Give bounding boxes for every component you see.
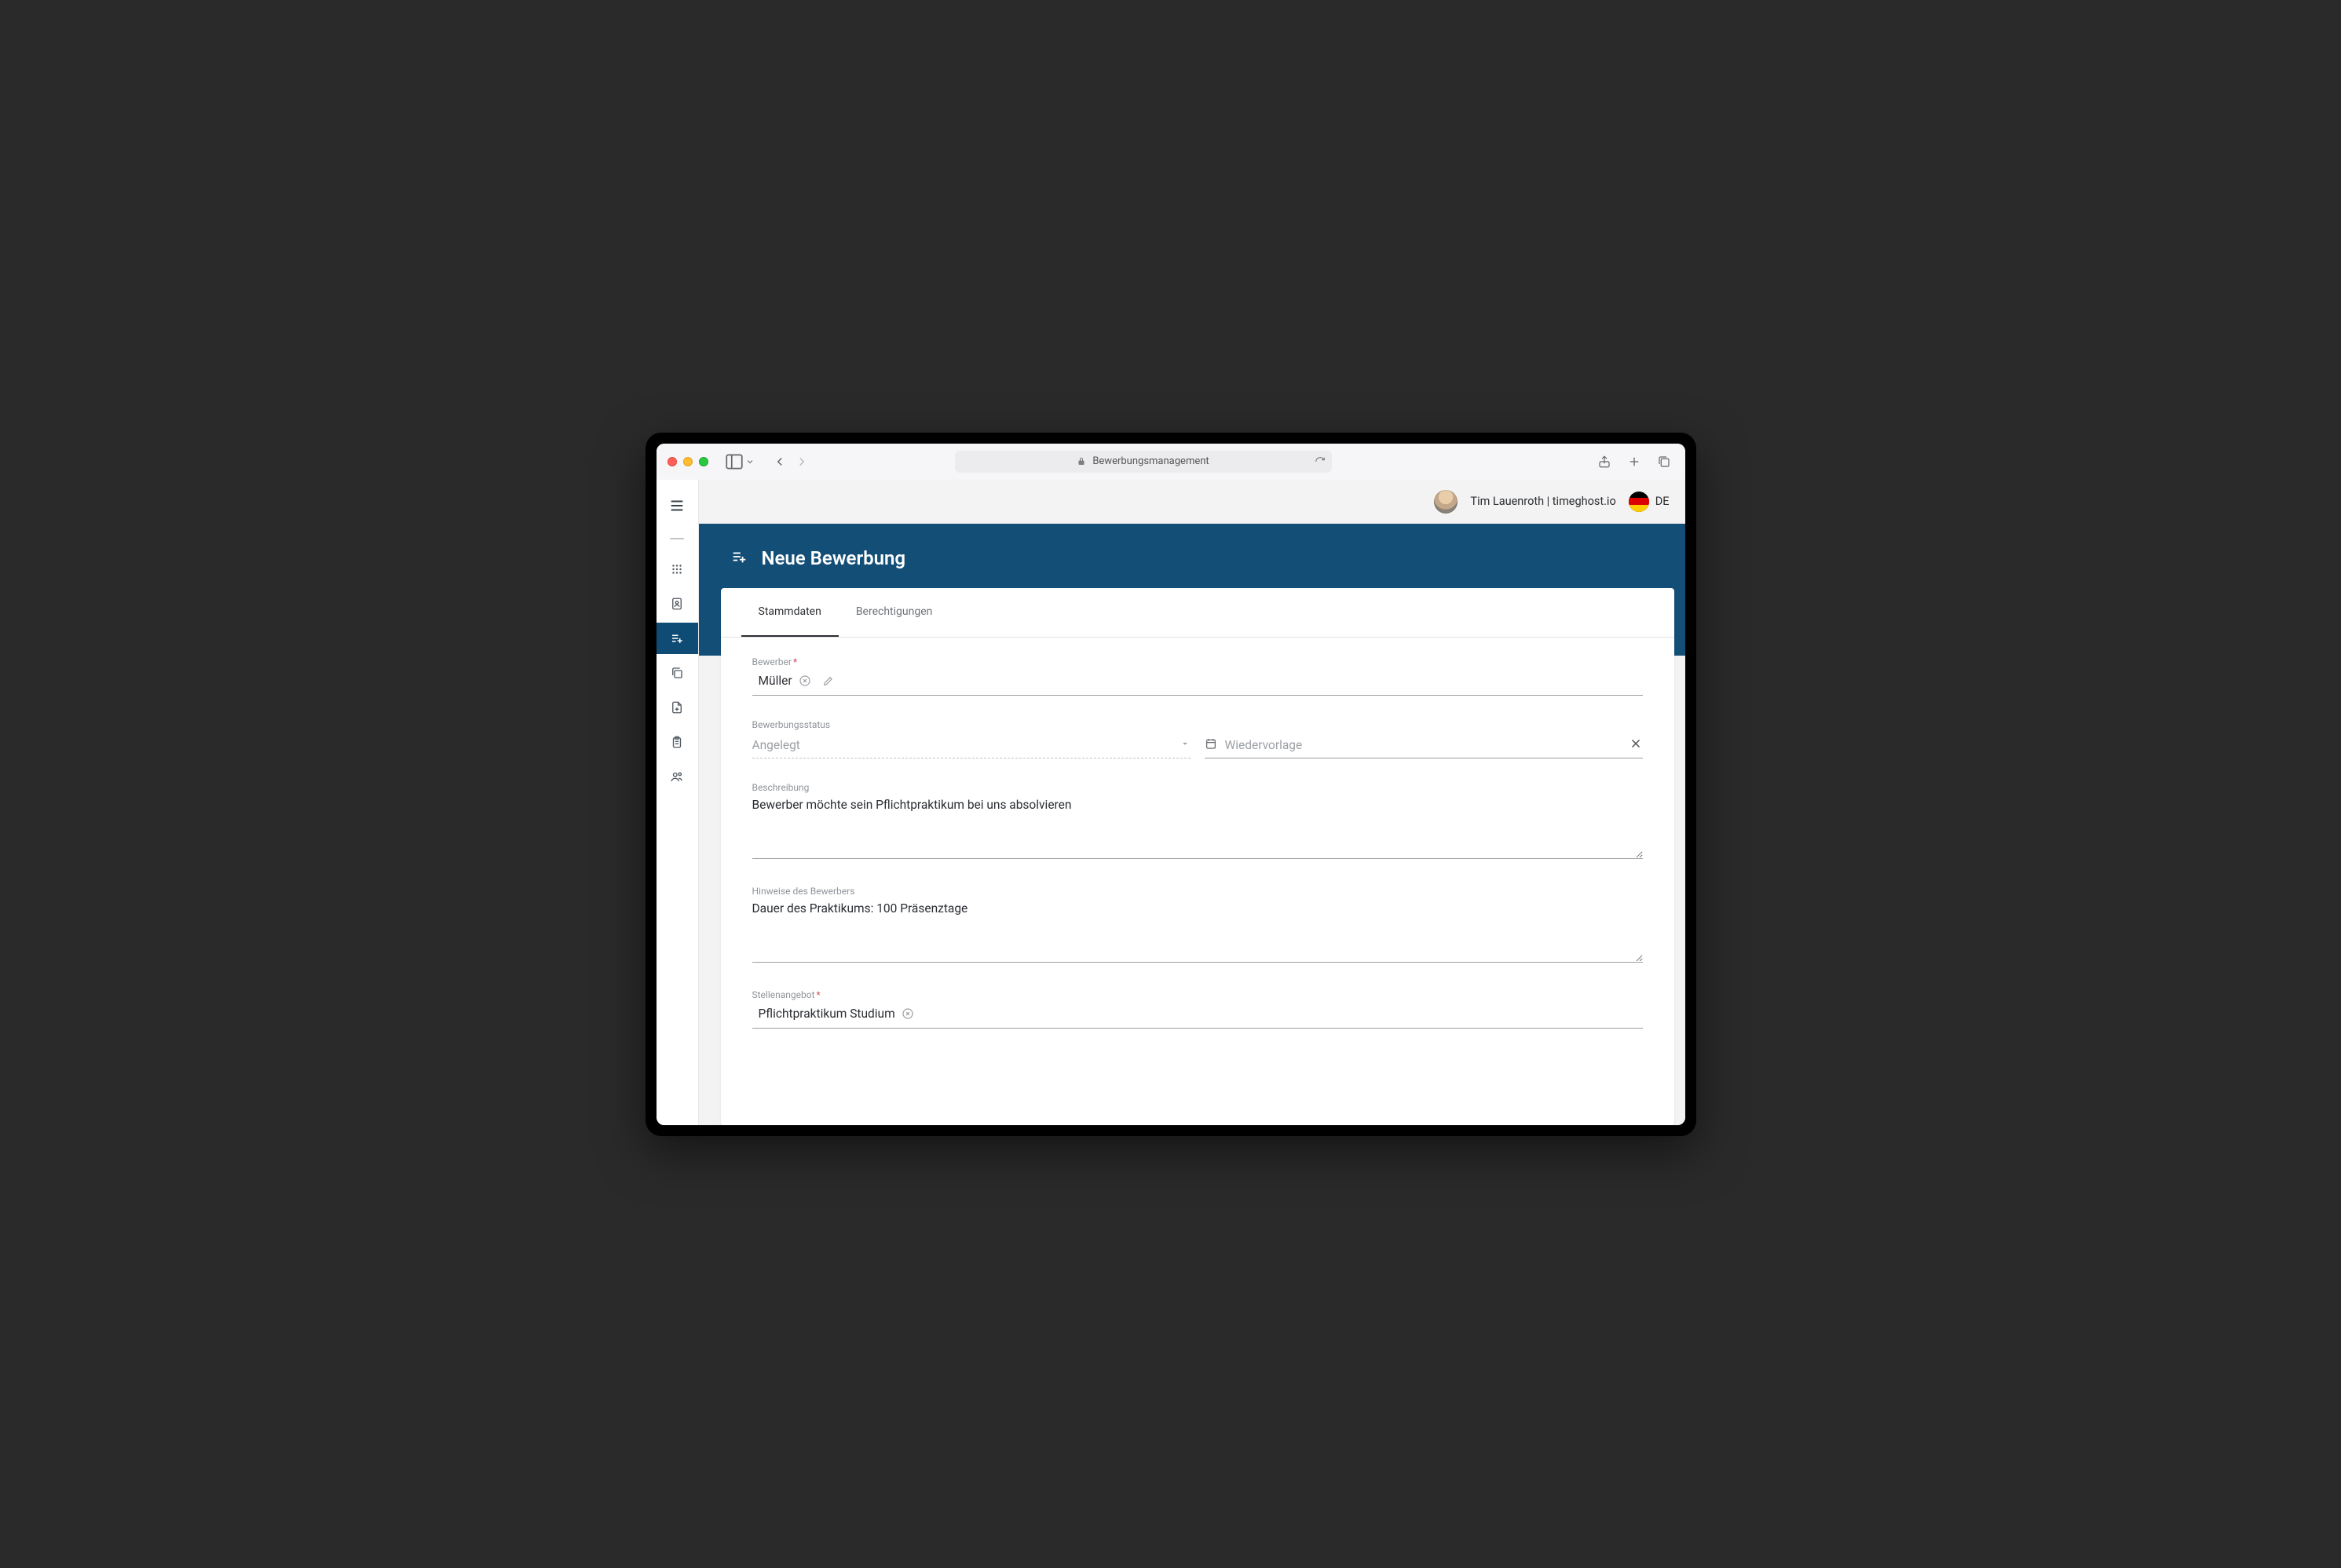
flag-de-icon — [1629, 492, 1649, 512]
label-status: Bewerbungsstatus — [752, 719, 1191, 730]
user-avatar[interactable] — [1434, 490, 1458, 514]
wiedervorlage-input[interactable]: Wiedervorlage — [1205, 733, 1643, 758]
label-stellenangebot: Stellenangebot* — [752, 989, 1643, 1000]
user-name[interactable]: Tim Lauenroth | timeghost.io — [1470, 495, 1615, 508]
locale-code: DE — [1655, 495, 1670, 508]
status-select[interactable]: Angelegt — [752, 733, 1191, 758]
address-bar-text: Bewerbungsmanagement — [1092, 455, 1209, 467]
field-wiedervorlage: Wiedervorlage — [1205, 733, 1643, 758]
field-beschreibung: Beschreibung — [752, 782, 1643, 862]
locale-switch[interactable]: DE — [1629, 492, 1670, 512]
wiedervorlage-placeholder: Wiedervorlage — [1225, 738, 1303, 752]
form-card: Stammdaten Berechtigungen Bewerber* Müll… — [721, 588, 1674, 1125]
label-beschreibung: Beschreibung — [752, 782, 1643, 793]
nav-copy-icon[interactable] — [657, 657, 699, 689]
chevron-down-icon[interactable] — [744, 451, 755, 472]
field-stellenangebot: Stellenangebot* Pflichtpraktikum Studium — [752, 989, 1643, 1029]
field-status: Bewerbungsstatus Angelegt — [752, 719, 1191, 758]
nav-clipboard-icon[interactable] — [657, 726, 699, 758]
beschreibung-textarea[interactable] — [752, 796, 1643, 859]
app-topbar: Tim Lauenroth | timeghost.io DE — [699, 480, 1685, 524]
label-hinweise: Hinweise des Bewerbers — [752, 886, 1643, 897]
window-controls — [668, 457, 708, 466]
stellenangebot-input[interactable]: Pflichtpraktikum Studium — [752, 1003, 1643, 1029]
chip-remove-icon[interactable] — [799, 674, 811, 687]
lock-icon — [1077, 457, 1086, 466]
page-title: Neue Bewerbung — [762, 547, 906, 569]
pencil-edit-icon[interactable] — [822, 674, 835, 687]
hinweise-textarea[interactable] — [752, 900, 1643, 963]
maximise-window-button[interactable] — [699, 457, 708, 466]
nav-file-add-icon[interactable] — [657, 692, 699, 723]
tab-stammdaten[interactable]: Stammdaten — [741, 588, 839, 637]
caret-down-icon — [1180, 738, 1191, 752]
clear-date-icon[interactable] — [1629, 736, 1643, 754]
bewerber-input[interactable]: Müller — [752, 671, 1643, 696]
field-hinweise: Hinweise des Bewerbers — [752, 886, 1643, 966]
calendar-icon — [1205, 737, 1217, 753]
rail-separator — [670, 538, 684, 539]
nav-new-application-icon[interactable] — [657, 623, 699, 654]
field-bewerber: Bewerber* Müller — [752, 656, 1643, 696]
bewerber-chip-text: Müller — [759, 674, 792, 688]
browser-titlebar: Bewerbungsmanagement — [657, 444, 1685, 480]
nav-people-icon[interactable] — [657, 761, 699, 792]
tab-berechtigungen[interactable]: Berechtigungen — [839, 588, 950, 637]
stellenangebot-chip-text: Pflichtpraktikum Studium — [759, 1007, 895, 1021]
nav-dashboard-icon[interactable] — [657, 554, 699, 585]
tabs-overview-icon[interactable] — [1654, 451, 1674, 472]
stellenangebot-chip: Pflichtpraktikum Studium — [752, 1005, 917, 1022]
bewerber-chip: Müller — [752, 672, 814, 689]
new-tab-icon[interactable] — [1624, 451, 1644, 472]
nav-contact-icon[interactable] — [657, 588, 699, 620]
share-icon[interactable] — [1594, 451, 1615, 472]
address-bar[interactable]: Bewerbungsmanagement — [955, 451, 1332, 473]
minimise-window-button[interactable] — [683, 457, 693, 466]
chip-remove-icon[interactable] — [902, 1007, 914, 1020]
menu-toggle-icon[interactable] — [668, 497, 686, 517]
refresh-icon[interactable] — [1315, 456, 1326, 467]
back-button[interactable] — [770, 451, 790, 472]
form-tabs: Stammdaten Berechtigungen — [721, 588, 1674, 638]
status-value: Angelegt — [752, 738, 800, 752]
forward-button[interactable] — [792, 451, 812, 472]
close-window-button[interactable] — [668, 457, 677, 466]
label-bewerber: Bewerber* — [752, 656, 1643, 667]
sidebar-toggle-icon[interactable] — [724, 451, 744, 472]
left-nav-rail — [657, 480, 699, 1125]
playlist-add-icon — [730, 548, 748, 568]
